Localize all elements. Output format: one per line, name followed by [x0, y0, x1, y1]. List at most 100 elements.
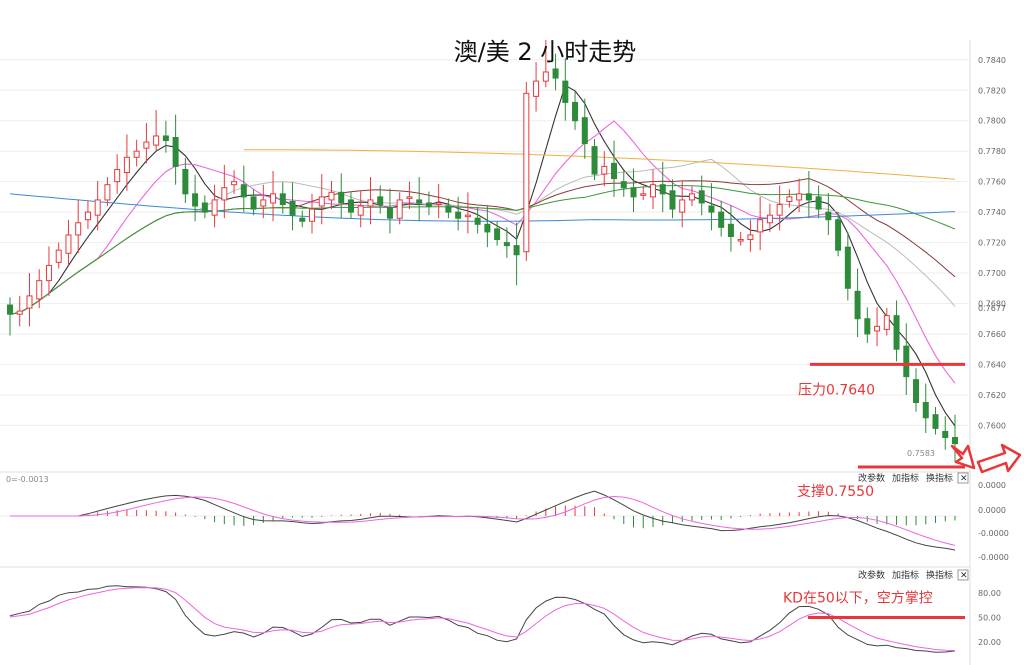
candle-down [503, 242, 510, 247]
candle-down [630, 187, 637, 198]
candle-up [688, 193, 695, 201]
candle-down [591, 146, 598, 175]
candle-down [698, 190, 705, 204]
y-tick-label: 0.7780 [978, 147, 1006, 156]
candle-up [640, 193, 647, 196]
candle-down [484, 223, 491, 233]
candle-down [903, 345, 910, 378]
candle-up [874, 325, 881, 332]
candle-down [854, 290, 861, 320]
candle-up [231, 181, 238, 186]
macd-tick-label: -0.0000 [978, 529, 1009, 538]
candle-down [581, 117, 588, 145]
candle-down [708, 205, 715, 213]
candle-down [659, 184, 666, 195]
candle-down [913, 379, 920, 404]
candle-up [55, 249, 62, 263]
candle-up [270, 193, 277, 204]
candle-up [757, 219, 764, 233]
macd-tick-label: 0.0000 [978, 506, 1006, 515]
right-arrow-icon [976, 443, 1022, 474]
ma20-line [9, 158, 956, 315]
candle-up [133, 150, 140, 158]
params-button: 改参数 [858, 569, 885, 581]
last-price-tag: 0.7677 [978, 304, 1006, 313]
switch-indicator-button: 换指标 [926, 472, 953, 484]
candle-down [445, 205, 452, 213]
candle-up [153, 135, 160, 146]
candle-down [455, 211, 462, 219]
candle-down [835, 219, 842, 251]
candle-up [94, 199, 101, 216]
candle-down [182, 168, 189, 195]
candle-up [16, 310, 23, 315]
candle-up [786, 196, 793, 202]
candle-down [952, 437, 958, 445]
chart-canvas: 0.7583 0.78400.78200.78000.77800.77600.7… [0, 38, 1022, 665]
candle-down [552, 68, 559, 79]
candle-up [435, 202, 442, 205]
candle-up [123, 156, 130, 174]
y-tick-label: 0.7600 [978, 421, 1006, 430]
candle-down [727, 223, 734, 237]
macd-dea-line [10, 495, 956, 546]
add-indicator-button: 加指标 [892, 569, 919, 581]
candle-up [406, 196, 413, 199]
candle-down [386, 207, 393, 219]
candle-up [542, 71, 549, 82]
candle-up [84, 211, 91, 221]
candle-down [815, 196, 822, 210]
candle-down [7, 304, 13, 315]
candle-up [649, 184, 656, 198]
candle-up [318, 196, 325, 207]
candle-up [328, 191, 335, 201]
candle-down [299, 217, 306, 222]
candle-up [533, 80, 540, 97]
candle-up [36, 280, 43, 300]
candle-down [572, 101, 579, 122]
candle-down [864, 318, 871, 335]
candle-down [289, 200, 296, 216]
grid [0, 40, 971, 665]
macd-header: 0=-0.0013 [6, 475, 49, 484]
candle-up [396, 199, 403, 219]
y-tick-label: 0.7840 [978, 56, 1006, 65]
candle-up [523, 92, 530, 253]
candle-down [201, 202, 208, 213]
candle-down [377, 196, 384, 205]
candle-up [737, 239, 744, 242]
candle-down [494, 228, 501, 241]
candle-down [562, 80, 569, 103]
ma10-line [9, 120, 956, 384]
candle-up [45, 264, 52, 282]
candle-up [309, 208, 316, 222]
candle-down [416, 199, 423, 204]
kd-label: KD在50以下，空方掌控 [783, 591, 933, 607]
candle-down [942, 430, 949, 439]
ma60-line [9, 185, 956, 315]
candle-down [922, 402, 929, 419]
candle-down [620, 181, 627, 189]
candle-down [718, 211, 725, 228]
macd-tick-label: 0.0000 [978, 481, 1006, 490]
y-tick-label: 0.7740 [978, 208, 1006, 217]
candle-up [766, 214, 773, 224]
candle-up [65, 234, 72, 254]
candle-down [240, 184, 247, 198]
close-icon: ✕ [960, 571, 968, 581]
candle-down [669, 190, 676, 210]
candle-down [893, 315, 900, 350]
close-icon: ✕ [960, 474, 968, 484]
candle-up [26, 295, 33, 309]
candle-down [425, 202, 432, 207]
candle-down [347, 199, 354, 213]
candle-up [747, 234, 754, 241]
candle-down [192, 193, 199, 207]
candlesticks: 0.7583 [7, 40, 958, 462]
candle-up [104, 184, 111, 201]
candle-down [805, 193, 812, 201]
y-tick-label: 0.7800 [978, 117, 1006, 126]
candle-down [513, 245, 520, 256]
candle-up [464, 214, 471, 218]
candle-up [357, 205, 364, 216]
